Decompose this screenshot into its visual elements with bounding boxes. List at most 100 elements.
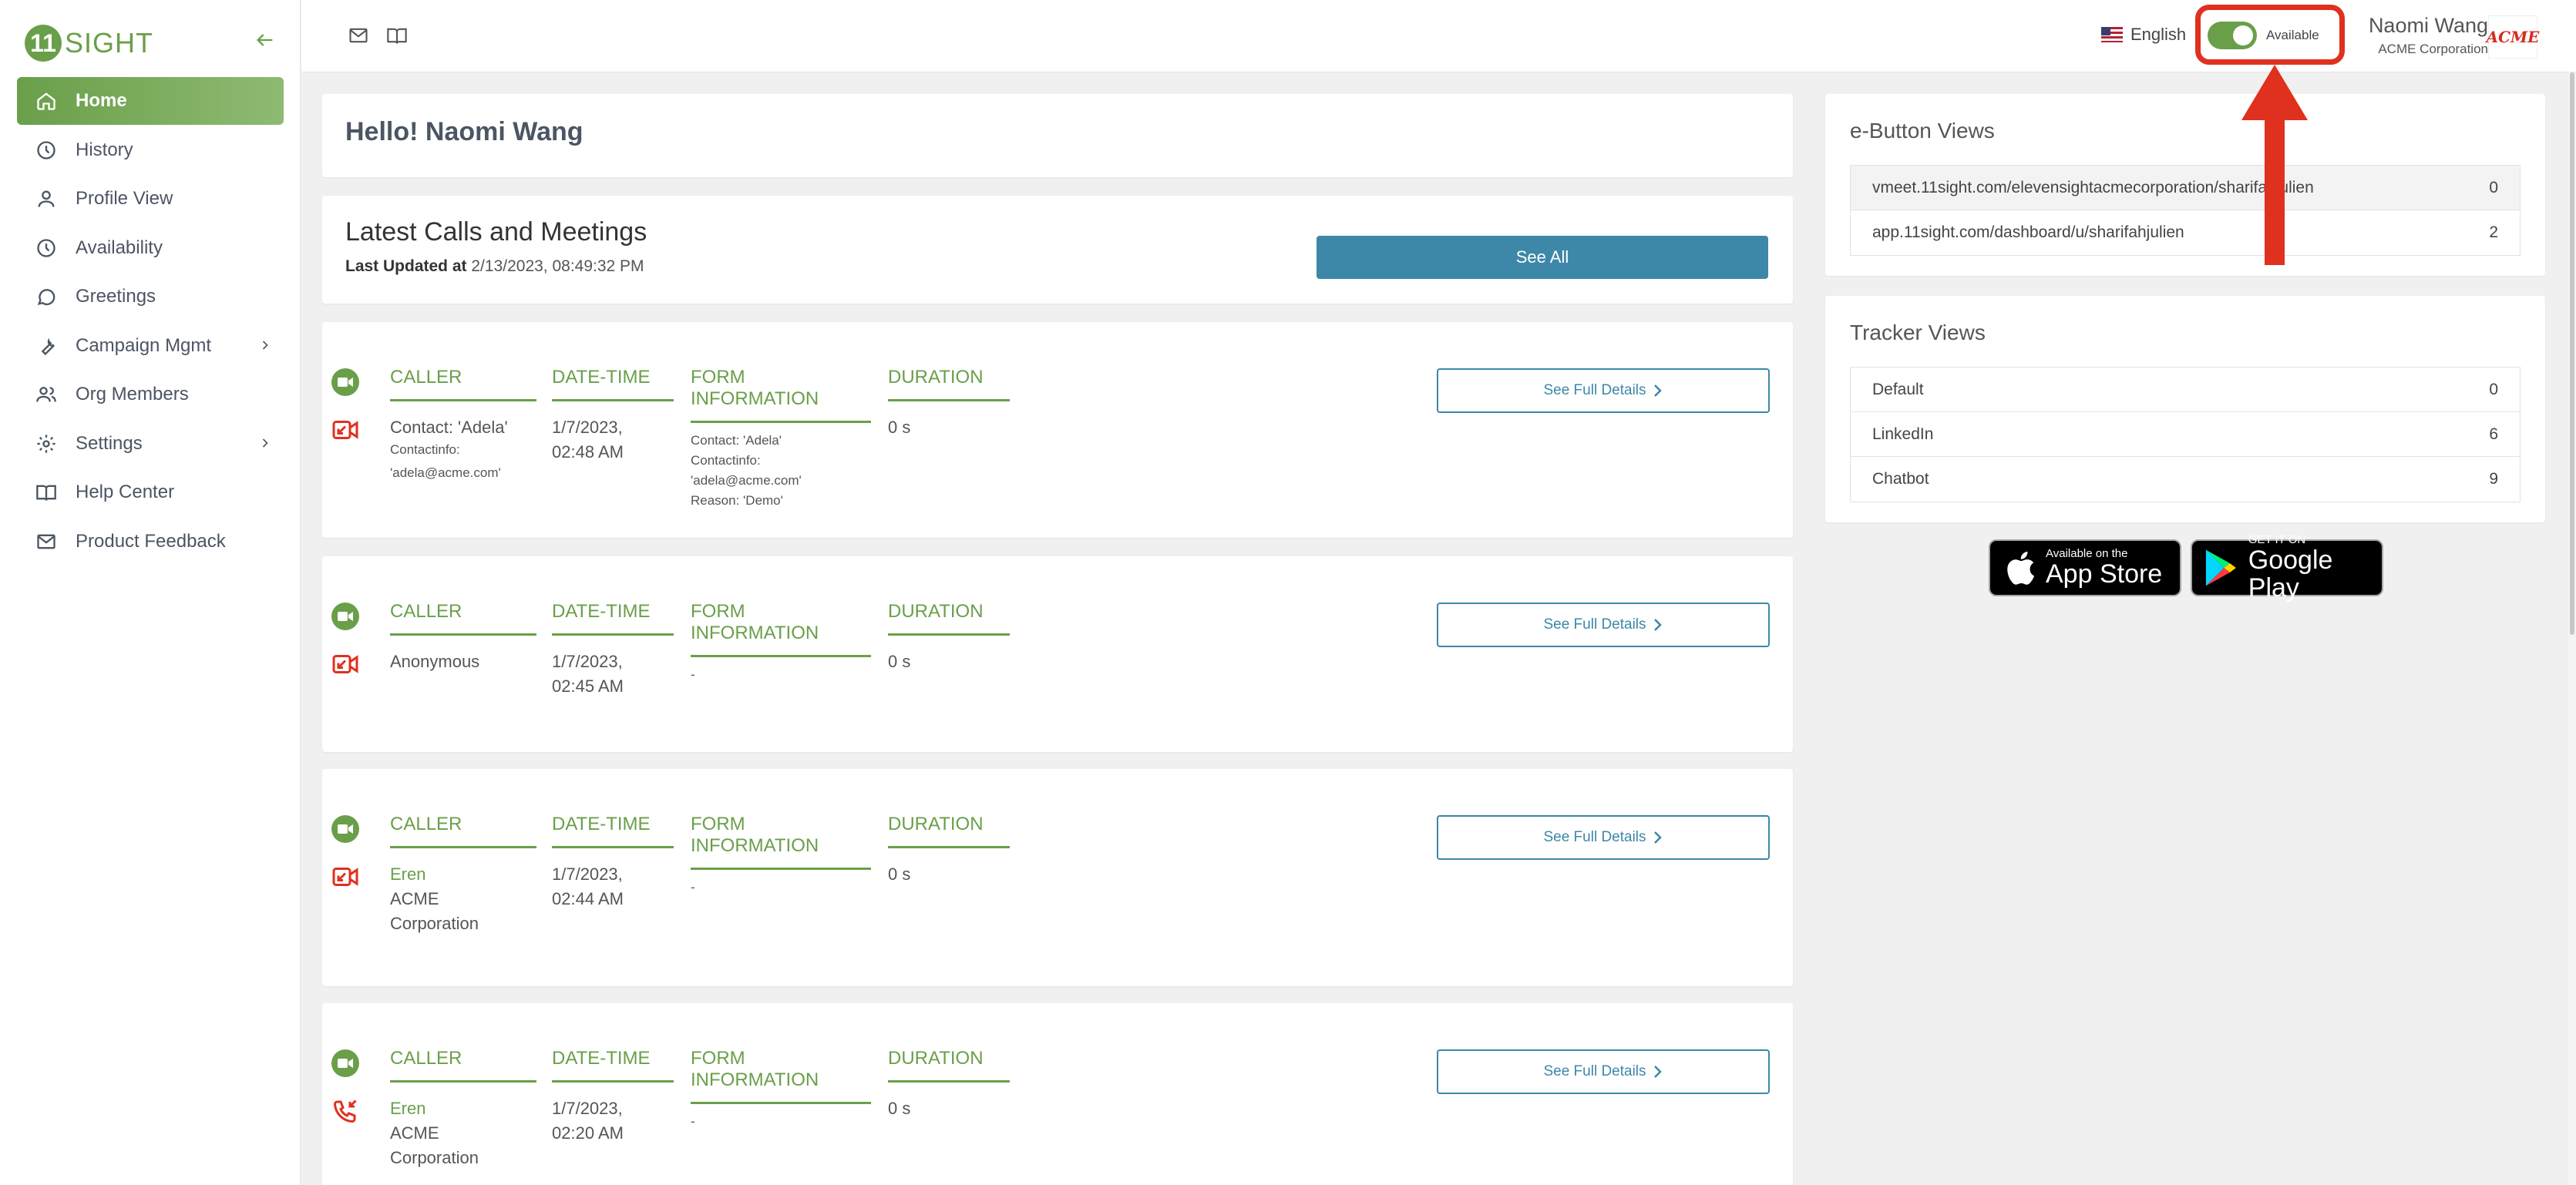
language-selector[interactable]: English (2101, 25, 2186, 45)
datetime-value: 1/7/2023, 02:48 AM (552, 415, 674, 465)
page-scrollbar[interactable] (2568, 72, 2576, 1185)
sidebar-item-home[interactable]: Home (17, 77, 284, 125)
card-title: e-Button Views (1850, 119, 1995, 143)
chat-bubble-icon (37, 289, 55, 306)
user-name[interactable]: Naomi Wang (2369, 14, 2488, 38)
row-value: 0 (2489, 380, 2498, 398)
sidebar-item-label: Campaign Mgmt (76, 334, 212, 356)
table-row[interactable]: app.11sight.com/dashboard/u/sharifahjuli… (1851, 210, 2520, 255)
video-camera-icon (338, 612, 353, 621)
table-row[interactable]: Chatbot 9 (1851, 457, 2520, 502)
chevron-right-icon (1653, 1066, 1662, 1078)
caller-company: ACME Corporation (390, 887, 536, 936)
video-call-icon (331, 368, 359, 396)
e-button-views-card: e-Button Views vmeet.11sight.com/elevens… (1825, 94, 2545, 276)
sidebar-item-org-members[interactable]: Org Members (17, 371, 284, 418)
row-label: LinkedIn (1872, 425, 1934, 443)
chevron-right-icon (1653, 831, 1662, 844)
form-info-column: FORM INFORMATION - (691, 1048, 871, 1132)
see-all-button[interactable]: See All (1317, 236, 1768, 279)
user-company: ACME Corporation (2378, 42, 2488, 56)
see-full-details-button[interactable]: See Full Details (1437, 1049, 1770, 1094)
form-info-value: - (691, 880, 695, 895)
store-small-text: GET IT ON (2248, 533, 2306, 546)
caller-column: CALLER Contact: 'Adela' Contactinfo: 'ad… (390, 367, 536, 483)
sidebar-item-campaign-mgmt[interactable]: Campaign Mgmt (17, 322, 284, 370)
tracker-table: Default 0 LinkedIn 6 Chatbot 9 (1850, 367, 2521, 502)
app-logo[interactable]: 11 SIGHT (25, 23, 153, 63)
datetime-column: DATE-TIME 1/7/2023, 02:48 AM (552, 367, 674, 465)
table-row[interactable]: LinkedIn 6 (1851, 412, 2520, 457)
sidebar-item-label: History (76, 139, 133, 160)
book-icon (36, 485, 56, 501)
column-header: DURATION (888, 1048, 1010, 1083)
caller-column: CALLER Anonymous (390, 601, 536, 674)
last-updated-value: 2/13/2023, 08:49:32 PM (471, 257, 644, 275)
call-card: CALLER Eren ACME Corporation DATE-TIME 1/… (322, 769, 1793, 986)
row-value: 0 (2489, 178, 2498, 196)
see-full-details-button[interactable]: See Full Details (1437, 815, 1770, 860)
caller-value: Anonymous (390, 652, 480, 671)
datetime-time: 02:20 AM (552, 1123, 624, 1143)
annotation-arrow-icon (2241, 65, 2308, 265)
form-info-column: FORM INFORMATION - (691, 601, 871, 685)
page-title: Hello! Naomi Wang (345, 117, 583, 146)
form-info-value: - (691, 1114, 695, 1129)
table-row[interactable]: Default 0 (1851, 368, 2520, 412)
caller-name-link[interactable]: Eren (390, 862, 536, 887)
table-row[interactable]: vmeet.11sight.com/elevensightacmecorpora… (1851, 166, 2520, 210)
google-play-text: GET IT ON Google Play (2248, 533, 2382, 603)
caller-name-link[interactable]: Eren (390, 1096, 536, 1121)
caller-contactinfo-value: 'adela@acme.com' (390, 465, 501, 480)
datetime-column: DATE-TIME 1/7/2023, 02:45 AM (552, 601, 674, 699)
sidebar-item-label: Org Members (76, 384, 189, 405)
availability-toggle[interactable] (2208, 22, 2257, 49)
collapse-sidebar-arrow-icon[interactable] (254, 29, 276, 51)
greeting-card: Hello! Naomi Wang (322, 94, 1793, 177)
duration-value: 0 s (888, 652, 911, 671)
person-icon (38, 190, 55, 207)
column-header: DATE-TIME (552, 814, 674, 848)
form-info-column: FORM INFORMATION Contact: 'Adela' Contact… (691, 367, 871, 511)
clock-icon (37, 140, 55, 159)
form-line: Reason: 'Demo' (691, 493, 783, 508)
company-logo[interactable]: ACME (2487, 15, 2539, 59)
column-header: FORM INFORMATION (691, 814, 871, 870)
duration-column: DURATION 0 s (888, 814, 1010, 887)
sidebar-item-label: Home (76, 90, 127, 111)
last-updated-label: Last Updated at (345, 257, 467, 275)
google-play-badge[interactable]: GET IT ON Google Play (2191, 534, 2383, 602)
sidebar-item-help-center[interactable]: Help Center (17, 468, 284, 516)
sidebar-item-product-feedback[interactable]: Product Feedback (17, 518, 284, 566)
card-title: Tracker Views (1850, 321, 1986, 344)
column-header: CALLER (390, 601, 536, 636)
sidebar-item-history[interactable]: History (17, 126, 284, 174)
column-header: CALLER (390, 1048, 536, 1083)
video-call-icon (331, 1049, 359, 1077)
app-store-badge[interactable]: Available on the App Store (1989, 539, 2181, 596)
sidebar-item-greetings[interactable]: Greetings (17, 273, 284, 321)
book-icon[interactable] (385, 25, 409, 46)
form-line: 'adela@acme.com' (691, 473, 802, 488)
sidebar-item-profile-view[interactable]: Profile View (17, 175, 284, 223)
caller-company-line: Corporation (390, 1148, 479, 1167)
sidebar-item-label: Product Feedback (76, 530, 226, 552)
column-header: DURATION (888, 814, 1010, 848)
see-full-details-button[interactable]: See Full Details (1437, 603, 1770, 647)
datetime-column: DATE-TIME 1/7/2023, 02:20 AM (552, 1048, 674, 1146)
see-full-details-button[interactable]: See Full Details (1437, 368, 1770, 413)
see-full-details-label: See Full Details (1543, 616, 1646, 633)
sidebar-nav: Home History Profile View Availability G… (17, 77, 284, 566)
datetime-value: 1/7/2023, 02:45 AM (552, 650, 674, 699)
clock-icon (37, 238, 55, 257)
mail-icon[interactable] (347, 25, 370, 46)
datetime-date: 1/7/2023, (552, 652, 623, 671)
sidebar-item-availability[interactable]: Availability (17, 224, 284, 272)
missed-video-call-icon (332, 868, 358, 886)
sidebar-item-settings[interactable]: Settings (17, 420, 284, 468)
scrollbar-thumb[interactable] (2570, 72, 2574, 635)
latest-calls-header-card: Latest Calls and Meetings Last Updated a… (322, 196, 1793, 304)
sidebar-item-label: Settings (76, 432, 143, 454)
chevron-right-icon (262, 438, 268, 448)
datetime-value: 1/7/2023, 02:44 AM (552, 862, 674, 911)
